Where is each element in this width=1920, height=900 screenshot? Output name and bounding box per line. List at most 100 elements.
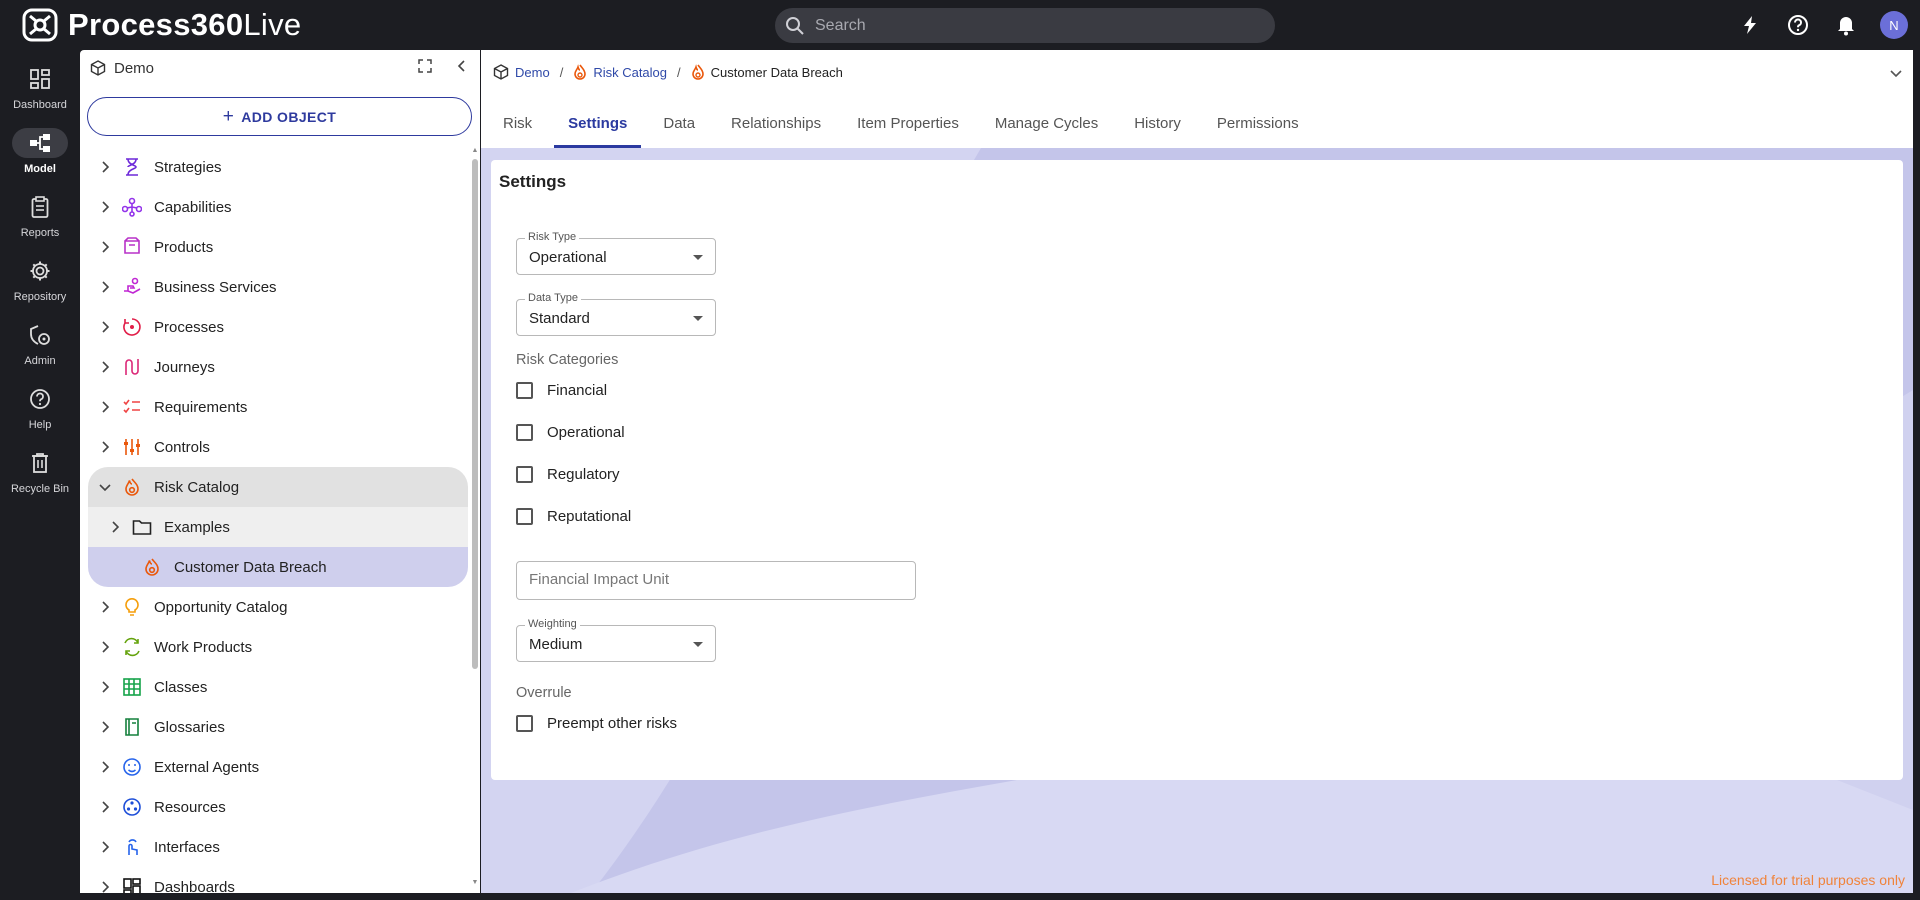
category-regulatory-checkbox[interactable]: Regulatory <box>516 466 620 483</box>
left-rail: Dashboard Model Reports Repository Admin… <box>0 50 80 900</box>
scroll-up-icon[interactable]: ▲ <box>471 147 479 155</box>
chevron-right-icon[interactable] <box>98 840 112 854</box>
tree-item-glossaries[interactable]: Glossaries <box>80 707 470 747</box>
breadcrumb-current: Customer Data Breach <box>710 64 843 80</box>
category-reputational-checkbox[interactable]: Reputational <box>516 508 631 525</box>
rail-model[interactable]: Model <box>0 128 80 188</box>
chevron-right-icon[interactable] <box>98 360 112 374</box>
rail-recycle-bin[interactable]: Recycle Bin <box>0 448 80 508</box>
financial-impact-unit-input[interactable] <box>529 562 909 597</box>
dashboard-grid-icon <box>12 64 68 94</box>
tree-item-resources[interactable]: Resources <box>80 787 470 827</box>
lightning-icon[interactable] <box>1736 11 1764 39</box>
risk-type-select[interactable]: Risk Type Operational <box>516 231 716 275</box>
rail-repository[interactable]: Repository <box>0 256 80 316</box>
chevron-right-icon[interactable] <box>98 440 112 454</box>
chevron-right-icon[interactable] <box>98 600 112 614</box>
expand-icon[interactable] <box>418 59 440 77</box>
add-object-button[interactable]: + ADD OBJECT <box>87 97 472 136</box>
chevron-right-icon[interactable] <box>98 400 112 414</box>
weighting-select[interactable]: Weighting Medium <box>516 618 716 662</box>
data-type-select[interactable]: Data Type Standard <box>516 292 716 336</box>
brand-bold: Process360 <box>68 7 244 42</box>
chevron-right-icon[interactable] <box>98 160 112 174</box>
tree-item-label: Glossaries <box>154 718 225 736</box>
rail-help-label: Help <box>28 419 52 431</box>
category-operational-checkbox[interactable]: Operational <box>516 424 625 441</box>
chevron-right-icon[interactable] <box>98 240 112 254</box>
tree-item-business-services[interactable]: Business Services <box>80 267 470 307</box>
tree-item-strategies[interactable]: Strategies <box>80 147 470 187</box>
chevron-right-icon[interactable] <box>108 520 122 534</box>
chevron-right-icon[interactable] <box>98 280 112 294</box>
checkbox-box[interactable] <box>516 508 533 525</box>
folder-icon <box>132 517 152 537</box>
rail-admin-label: Admin <box>24 355 56 367</box>
bell-icon[interactable] <box>1832 11 1860 39</box>
tab-risk[interactable]: Risk <box>489 98 546 148</box>
tree-item-classes[interactable]: Classes <box>80 667 470 707</box>
chevron-right-icon[interactable] <box>98 640 112 654</box>
tab-history[interactable]: History <box>1120 98 1195 148</box>
preempt-checkbox[interactable]: Preempt other risks <box>516 715 677 732</box>
tab-bar: Risk Settings Data Relationships Item Proper… <box>481 98 1313 148</box>
tree-item-customer-data-breach[interactable]: Customer Data Breach <box>88 547 468 587</box>
breadcrumb-risk-catalog[interactable]: Risk Catalog <box>593 65 667 80</box>
overrule-heading: Overrule <box>516 685 572 701</box>
chevron-right-icon[interactable] <box>98 800 112 814</box>
tab-relationships[interactable]: Relationships <box>717 98 835 148</box>
chevron-down-icon[interactable] <box>1889 66 1903 84</box>
chevron-right-icon[interactable] <box>98 200 112 214</box>
model-tree-panel: Demo + ADD OBJECT Strategies Capabilities P… <box>80 50 480 893</box>
app-logo[interactable]: Process360 Live <box>22 7 301 42</box>
scroll-down-icon[interactable]: ▼ <box>471 879 479 887</box>
tree-item-requirements[interactable]: Requirements <box>80 387 470 427</box>
help-icon[interactable] <box>1784 11 1812 39</box>
category-label: Operational <box>547 424 625 441</box>
tab-settings[interactable]: Settings <box>554 98 642 148</box>
rail-reports[interactable]: Reports <box>0 192 80 252</box>
checkbox-box[interactable] <box>516 715 533 732</box>
tree-item-controls[interactable]: Controls <box>80 427 470 467</box>
checkbox-box[interactable] <box>516 466 533 483</box>
chevron-right-icon[interactable] <box>98 320 112 334</box>
tree-list: Strategies Capabilities Products Business S… <box>80 147 470 893</box>
logo-icon <box>22 8 58 42</box>
collapse-panel-icon[interactable] <box>456 59 474 77</box>
chevron-down-icon[interactable] <box>98 480 112 494</box>
tree-item-processes[interactable]: Processes <box>80 307 470 347</box>
tab-manage-cycles[interactable]: Manage Cycles <box>981 98 1112 148</box>
tree-item-products[interactable]: Products <box>80 227 470 267</box>
chevron-right-icon[interactable] <box>98 880 112 893</box>
checkbox-box[interactable] <box>516 382 533 399</box>
tab-item-properties[interactable]: Item Properties <box>843 98 973 148</box>
flame-icon <box>691 64 704 80</box>
user-avatar[interactable]: N <box>1880 11 1908 39</box>
category-financial-checkbox[interactable]: Financial <box>516 382 607 399</box>
breadcrumb-demo[interactable]: Demo <box>515 65 550 80</box>
financial-impact-unit-field[interactable] <box>516 561 916 600</box>
search-input[interactable] <box>815 16 1235 35</box>
tree-item-journeys[interactable]: Journeys <box>80 347 470 387</box>
tree-item-external-agents[interactable]: External Agents <box>80 747 470 787</box>
tree-item-interfaces[interactable]: Interfaces <box>80 827 470 867</box>
tree-item-opportunity-catalog[interactable]: Opportunity Catalog <box>80 587 470 627</box>
checkbox-box[interactable] <box>516 424 533 441</box>
rail-help[interactable]: Help <box>0 384 80 444</box>
chevron-right-icon[interactable] <box>98 760 112 774</box>
tree-item-capabilities[interactable]: Capabilities <box>80 187 470 227</box>
tree-item-risk-catalog[interactable]: Risk Catalog <box>88 467 468 507</box>
tab-data[interactable]: Data <box>649 98 709 148</box>
tree-item-examples[interactable]: Examples <box>88 507 468 547</box>
tree-item-dashboards[interactable]: Dashboards <box>80 867 470 893</box>
tree-scrollbar[interactable]: ▲ ▼ <box>471 147 479 887</box>
rail-admin[interactable]: Admin <box>0 320 80 380</box>
tree-item-work-products[interactable]: Work Products <box>80 627 470 667</box>
rail-dashboard[interactable]: Dashboard <box>0 64 80 124</box>
tree-item-label: Examples <box>164 518 230 536</box>
scroll-thumb[interactable] <box>472 159 478 669</box>
chevron-right-icon[interactable] <box>98 680 112 694</box>
tab-permissions[interactable]: Permissions <box>1203 98 1313 148</box>
global-search[interactable] <box>775 8 1275 43</box>
chevron-right-icon[interactable] <box>98 720 112 734</box>
